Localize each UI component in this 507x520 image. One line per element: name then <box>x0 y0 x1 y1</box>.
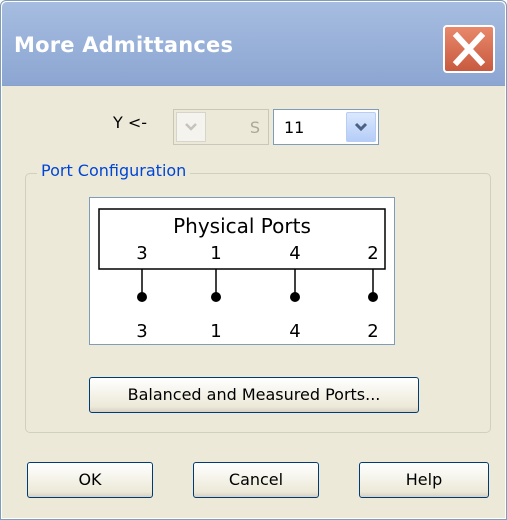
port-select[interactable]: 11 <box>273 109 379 145</box>
port-node <box>211 292 221 302</box>
logical-port-label: 3 <box>136 321 147 342</box>
chevron-down-icon[interactable] <box>346 112 376 142</box>
port-select-value: 11 <box>284 118 305 137</box>
port-node <box>290 292 300 302</box>
logical-port-label: 4 <box>289 321 300 342</box>
help-label: Help <box>405 470 443 489</box>
chevron-down-icon <box>176 112 206 142</box>
y-type-dropdown: S <box>173 109 269 145</box>
physical-port-label: 3 <box>136 243 147 264</box>
physical-port-label: 2 <box>367 243 378 264</box>
balanced-measured-ports-button[interactable]: Balanced and Measured Ports... <box>89 377 419 413</box>
port-node <box>368 292 378 302</box>
physical-port-label: 1 <box>210 243 221 264</box>
unit-label: S <box>249 118 260 137</box>
title-bar[interactable]: More Admittances <box>2 2 505 86</box>
y-label: Y <- <box>113 113 148 132</box>
close-icon <box>452 31 486 67</box>
cancel-label: Cancel <box>228 470 284 489</box>
physical-port-label: 4 <box>289 243 300 264</box>
port-diagram: Physical Ports 3 1 4 2 3 1 4 2 <box>89 197 395 345</box>
ok-label: OK <box>78 470 102 489</box>
port-diagram-svg: Physical Ports 3 1 4 2 3 1 4 2 <box>98 208 386 342</box>
ok-button[interactable]: OK <box>27 462 153 498</box>
window-title: More Admittances <box>14 33 234 57</box>
close-button[interactable] <box>443 25 495 73</box>
balanced-measured-ports-label: Balanced and Measured Ports... <box>127 385 381 404</box>
logical-port-label: 1 <box>210 321 221 342</box>
logical-port-label: 2 <box>367 321 378 342</box>
port-configuration-legend: Port Configuration <box>37 161 191 180</box>
dialog-window: More Admittances Y <- S 11 Port Configur… <box>0 0 507 520</box>
help-button[interactable]: Help <box>359 462 489 498</box>
physical-ports-header: Physical Ports <box>173 214 311 238</box>
cancel-button[interactable]: Cancel <box>193 462 319 498</box>
port-node <box>137 292 147 302</box>
